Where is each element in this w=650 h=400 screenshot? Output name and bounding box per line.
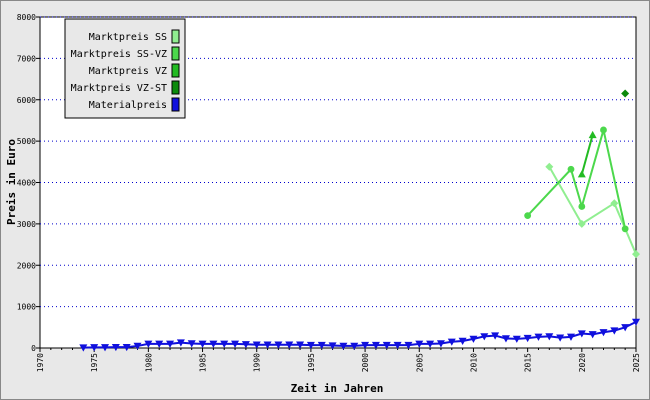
- x-tick-label: 2010: [469, 353, 478, 372]
- legend-label: Marktpreis SS: [89, 32, 167, 43]
- legend-label: Marktpreis VZ: [89, 66, 167, 77]
- data-point: [524, 212, 532, 220]
- legend-label: Marktpreis SS-VZ: [71, 49, 167, 60]
- y-tick-label: 5000: [17, 137, 36, 146]
- x-tick-label: 1995: [307, 353, 316, 372]
- x-tick-label: 2025: [632, 353, 641, 372]
- x-tick-label: 1975: [90, 353, 99, 372]
- data-point: [567, 165, 575, 173]
- legend-swatch: [171, 46, 180, 61]
- data-point: [600, 126, 607, 134]
- data-point: [621, 225, 629, 233]
- y-axis-title: Preis in Euro: [5, 139, 18, 225]
- legend-swatch: [171, 97, 180, 112]
- x-tick-label: 2020: [578, 353, 587, 372]
- x-tick-label: 2005: [415, 353, 424, 372]
- legend-label: Marktpreis VZ-ST: [71, 83, 167, 94]
- x-tick-label: 1980: [144, 353, 153, 372]
- x-tick-label: 2015: [524, 353, 533, 372]
- y-tick-label: 7000: [17, 54, 36, 63]
- x-tick-label: 1970: [36, 353, 45, 372]
- x-tick-label: 1990: [253, 353, 262, 372]
- y-tick-label: 6000: [17, 96, 36, 105]
- y-tick-label: 3000: [17, 220, 36, 229]
- x-tick-label: 2000: [361, 353, 370, 372]
- y-tick-label: 8000: [17, 13, 36, 22]
- legend-swatch: [171, 80, 180, 95]
- legend-label: Materialpreis: [89, 100, 167, 111]
- chart: 0 1000 2000 3000 4000 5000 6000 7000 8000 1970 197…: [5, 13, 641, 395]
- data-point: [578, 203, 586, 210]
- legend: Marktpreis SS Marktpreis SS-VZ Marktpreis …: [64, 18, 186, 119]
- legend-swatch: [171, 29, 180, 44]
- x-tick-label: 1985: [199, 353, 208, 372]
- y-tick-label: 2000: [17, 261, 36, 270]
- y-tick-label: 0: [31, 344, 36, 353]
- legend-swatch: [171, 63, 180, 78]
- y-tick-label: 1000: [17, 303, 36, 312]
- x-axis-title: Zeit in Jahren: [291, 382, 384, 395]
- y-tick-label: 4000: [17, 179, 36, 188]
